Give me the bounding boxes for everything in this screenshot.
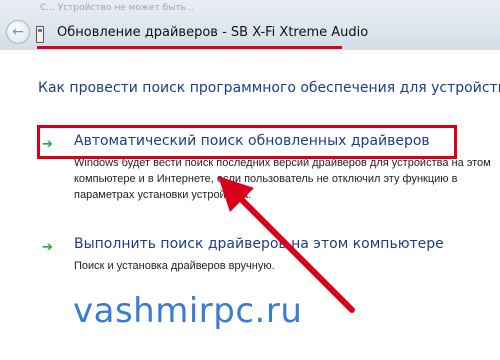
annotation-arrow-icon <box>218 176 355 313</box>
